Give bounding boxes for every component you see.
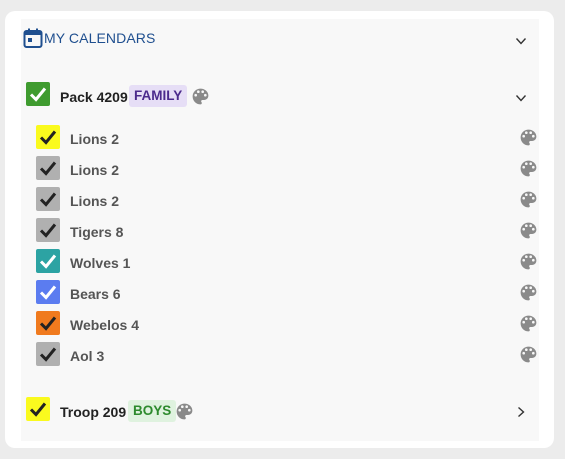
calendar-row[interactable]: Bears 6 (21, 280, 539, 308)
calendar-label: Lions 2 (70, 162, 120, 178)
calendar-label: Webelos 4 (70, 317, 139, 333)
calendar-label: Lions 2 (70, 131, 120, 147)
palette-icon[interactable] (518, 220, 539, 241)
calendar-checkbox[interactable] (36, 311, 60, 335)
calendar-icon (23, 28, 43, 48)
group-name: Pack 4209 (60, 89, 128, 105)
calendar-label: Bears 6 (70, 286, 121, 302)
chevron-down-icon[interactable] (515, 35, 527, 47)
calendar-checkbox[interactable] (36, 187, 60, 211)
calendar-checkbox[interactable] (36, 156, 60, 180)
calendar-row[interactable]: Lions 2 (21, 156, 539, 184)
palette-icon[interactable] (518, 127, 539, 148)
calendars-card: MY CALENDARS Pack 4209 FAMILY Lions 2 Li… (5, 11, 554, 448)
palette-icon[interactable] (518, 282, 539, 303)
calendar-row[interactable]: Aol 3 (21, 342, 539, 370)
group-checkbox-troop-209[interactable] (26, 397, 50, 421)
calendar-group-troop-209: Troop 209 BOYS (21, 396, 539, 426)
my-calendars-header[interactable]: MY CALENDARS (21, 19, 539, 59)
group-badge: FAMILY (129, 85, 188, 107)
calendar-checkbox[interactable] (36, 218, 60, 242)
calendar-label: Tigers 8 (70, 224, 124, 240)
calendar-label: Aol 3 (70, 348, 105, 364)
my-calendars-title: MY CALENDARS (44, 30, 156, 46)
calendar-row[interactable]: Lions 2 (21, 187, 539, 215)
palette-icon[interactable] (518, 313, 539, 334)
calendar-row[interactable]: Webelos 4 (21, 311, 539, 339)
palette-icon[interactable] (518, 251, 539, 272)
palette-icon[interactable] (518, 189, 539, 210)
calendar-checkbox[interactable] (36, 125, 60, 149)
check-icon (39, 347, 57, 362)
calendar-row[interactable]: Lions 2 (21, 125, 539, 153)
calendar-label: Wolves 1 (70, 255, 131, 271)
palette-icon[interactable] (174, 401, 195, 422)
calendar-checkbox[interactable] (36, 249, 60, 273)
check-icon (39, 254, 57, 269)
calendar-label: Lions 2 (70, 193, 120, 209)
palette-icon[interactable] (190, 86, 211, 107)
group-checkbox-pack-4209[interactable] (26, 82, 50, 106)
check-icon (39, 285, 57, 300)
calendar-checkbox[interactable] (36, 342, 60, 366)
check-icon (39, 130, 57, 145)
calendar-row[interactable]: Tigers 8 (21, 218, 539, 246)
chevron-right-icon[interactable] (515, 406, 527, 418)
calendar-group-pack-4209: Pack 4209 FAMILY (21, 81, 539, 111)
palette-icon[interactable] (518, 158, 539, 179)
calendar-row[interactable]: Wolves 1 (21, 249, 539, 277)
calendars-panel: MY CALENDARS Pack 4209 FAMILY Lions 2 Li… (21, 19, 539, 441)
calendar-checkbox[interactable] (36, 280, 60, 304)
palette-icon[interactable] (518, 344, 539, 365)
check-icon (39, 223, 57, 238)
group-badge: BOYS (128, 400, 177, 422)
check-icon (39, 316, 57, 331)
check-icon (39, 192, 57, 207)
chevron-down-icon[interactable] (515, 92, 527, 104)
check-icon (29, 402, 47, 417)
check-icon (29, 87, 47, 102)
check-icon (39, 161, 57, 176)
group-name: Troop 209 (60, 404, 127, 420)
